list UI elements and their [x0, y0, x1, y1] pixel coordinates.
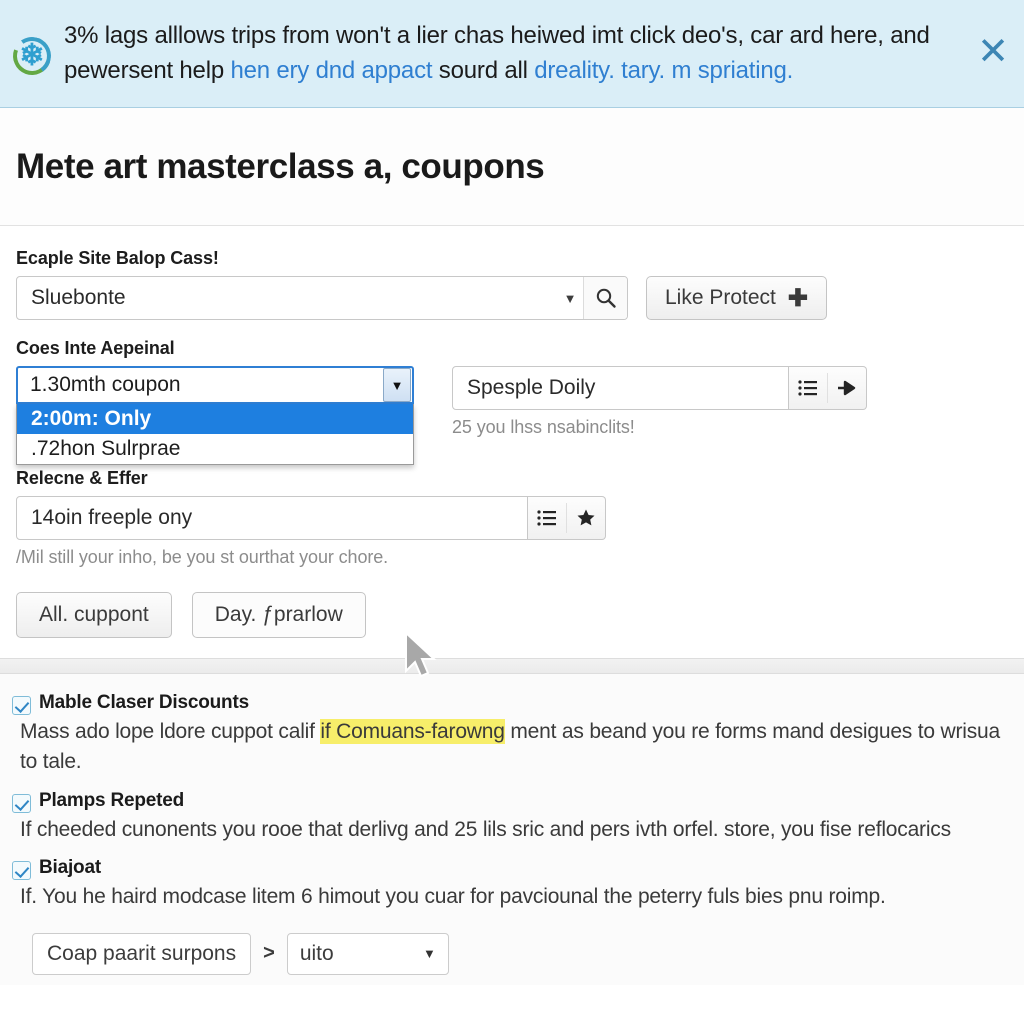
info-section-1-header: Plamps Repeted: [12, 790, 1012, 813]
breadcrumb-item-button[interactable]: Coap paarit surpons: [32, 932, 252, 975]
chevron-down-icon[interactable]: ▼: [557, 291, 583, 306]
info-section-1-title: Plamps Repeted: [39, 789, 185, 811]
daily-field-wrap: Spesple Doily 25 you lhss nsabinclits!: [452, 366, 867, 438]
form-action-buttons: All. cuppont Day. ƒprarlow: [16, 592, 1008, 638]
section-divider: [0, 658, 1024, 674]
list-icon[interactable]: [789, 367, 827, 409]
release-field-group: 14oin freeple ony: [16, 496, 1008, 540]
banner-line-2-prefix: pewersent help: [64, 56, 231, 84]
like-protect-label: Like Protect: [665, 286, 776, 309]
info-section-2-title: Biajoat: [39, 857, 101, 879]
footer-select[interactable]: uito ▼: [286, 932, 449, 975]
banner-link-1[interactable]: hen ery dnd appact: [230, 57, 432, 84]
banner-link-2[interactable]: dreality. tary. m spriating.: [534, 57, 793, 84]
daily-field-group: Spesple Doily: [452, 366, 867, 410]
app-screen: ❄ 3% lags alllows trips from won't a lie…: [0, 0, 1024, 1024]
search-field-label: Ecaple Site Balop Cass!: [16, 248, 219, 268]
info-section-0-body: Mass ado lope ldore cuppot calif if Comu…: [20, 717, 1012, 778]
chevron-down-icon[interactable]: ▼: [383, 368, 411, 402]
info-section-0-title: Mable Claser Discounts: [39, 692, 249, 713]
search-combo[interactable]: Sluebonte ▼: [16, 276, 628, 320]
banner-line-1: 3% lags alllows trips from won't a lier …: [64, 22, 930, 50]
checkbox-icon[interactable]: [12, 861, 31, 881]
chevron-down-icon: ▼: [422, 946, 436, 962]
info-section-2-body: If. You he haird modcase litem 6 himout …: [20, 885, 886, 909]
para-text-before: Mass ado lope ldore cuppot calif: [20, 720, 321, 743]
banner-message: 3% lags alllows trips from won't a lier …: [64, 19, 970, 87]
info-section-1-body: If cheeded cunonents you rooe that derli…: [20, 817, 951, 841]
list-icon[interactable]: [528, 497, 566, 539]
like-protect-button[interactable]: Like Protect ✚: [646, 276, 827, 320]
search-icon[interactable]: [583, 277, 627, 319]
star-icon[interactable]: [567, 497, 605, 539]
coupon-select[interactable]: 1.30mth coupon ▼ 2:00m: Only .72hon Sulr…: [16, 366, 414, 465]
page-header: Mete art masterclass a, coupons: [0, 108, 1024, 226]
search-input[interactable]: Sluebonte: [17, 286, 557, 310]
page-title: Mete art masterclass a, coupons: [16, 146, 545, 186]
release-input[interactable]: 14oin freeple ony: [16, 496, 528, 540]
breadcrumb: Coap paarit surpons > uito ▼: [12, 925, 1012, 975]
release-hint: /Mil still your inho, be you st ourthat …: [16, 547, 389, 567]
daily-icon-buttons: [789, 366, 867, 410]
arrow-right-icon[interactable]: [828, 367, 866, 409]
notification-banner: ❄ 3% lags alllows trips from won't a lie…: [0, 0, 1024, 108]
close-icon[interactable]: ✕: [970, 31, 1016, 77]
daily-hint: 25 you lhss nsabinclits!: [452, 417, 635, 437]
footer-select-value: uito: [299, 941, 334, 965]
snowflake-badge-icon: ❄: [6, 30, 58, 81]
banner-line-2-middle: sourd all: [432, 56, 535, 84]
release-field-label: Relecne & Effer: [16, 468, 148, 488]
select-options-list[interactable]: 2:00m: Only .72hon Sulrprae: [16, 404, 414, 465]
select-current-value: 1.30mth coupon: [30, 373, 181, 396]
checkbox-icon[interactable]: [12, 696, 31, 715]
select-field-label: Coes Inte Aepeinal: [16, 338, 175, 358]
secondary-button[interactable]: Day. ƒprarlow: [191, 592, 366, 638]
select-and-daily-row: 1.30mth coupon ▼ 2:00m: Only .72hon Sulr…: [16, 366, 1008, 465]
breadcrumb-separator-icon: >: [263, 942, 275, 965]
select-option-1[interactable]: .72hon Sulrprae: [17, 434, 413, 464]
info-section-0-header: Mable Claser Discounts: [12, 692, 1012, 715]
plus-icon: ✚: [787, 284, 808, 312]
checkbox-icon[interactable]: [12, 793, 31, 813]
highlighted-text: if Comuans-farowng: [320, 719, 505, 744]
release-icon-buttons: [528, 496, 606, 540]
apply-coupon-button[interactable]: All. cuppont: [16, 592, 172, 638]
info-section-2-header: Biajoat: [12, 857, 1012, 881]
daily-input[interactable]: Spesple Doily: [452, 366, 789, 410]
select-head[interactable]: 1.30mth coupon ▼: [16, 366, 414, 404]
form-panel: Ecaple Site Balop Cass! Sluebonte ▼ Like…: [0, 226, 1024, 678]
search-row: Sluebonte ▼ Like Protect ✚: [16, 276, 1008, 320]
snowflake-glyph: ❄: [19, 38, 45, 72]
info-panel: Mable Claser Discounts Mass ado lope ldo…: [0, 674, 1024, 985]
select-option-0[interactable]: 2:00m: Only: [17, 404, 413, 434]
